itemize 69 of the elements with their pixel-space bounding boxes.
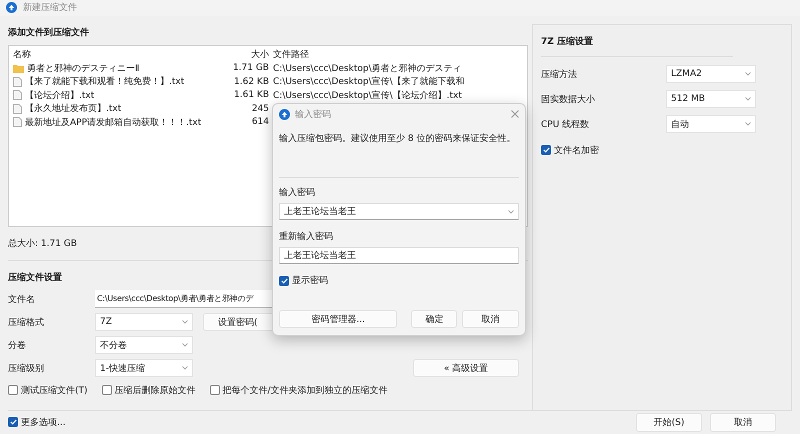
file-path: C:\Users\ccc\Desktop\宣传\【来了就能下载和 (273, 76, 466, 88)
field-label: 分卷 (8, 340, 27, 352)
field-label: 压缩方法 (541, 68, 578, 81)
field-label: 文件名 (8, 294, 36, 306)
field-label: CPU 线程数 (541, 118, 590, 131)
cancel-button[interactable]: 取消 (710, 412, 776, 432)
window-title: 新建压缩文件 (23, 2, 77, 14)
app-logo-icon (279, 108, 290, 120)
checkbox[interactable]: 压缩后删除原始文件 (102, 384, 196, 397)
confirm-password-field[interactable]: 上老王论坛当老王 (279, 247, 519, 264)
file-icon (13, 117, 22, 128)
section-title: 压缩文件设置 (8, 271, 62, 284)
caret-icon (745, 97, 751, 102)
field-label: 压缩级别 (8, 362, 45, 375)
dropdown[interactable]: 1-快速压缩 (95, 359, 193, 378)
file-name: 最新地址及APP请发邮箱自动获取！！！.txt (25, 116, 202, 129)
cancel-button[interactable]: 取消 (462, 310, 519, 328)
caret-icon (182, 366, 188, 370)
file-name: 【来了就能下载和观看！纯免费！】.txt (25, 76, 184, 88)
checkmark-icon (10, 419, 16, 426)
start-button[interactable]: 开始(S) (636, 412, 702, 432)
section-title: 7Z 压缩设置 (541, 35, 593, 48)
column-header[interactable]: 大小 (221, 48, 269, 62)
caret-icon (182, 343, 188, 348)
caret-icon (745, 72, 751, 76)
dropdown[interactable]: 自动 (666, 115, 756, 134)
checkbox[interactable]: 文件名加密 (541, 144, 783, 157)
total-size: 总大小: 1.71 GB (8, 238, 77, 250)
file-size: 1.61 KB (233, 90, 269, 100)
caret-icon (182, 320, 188, 324)
section-title: 添加文件到压缩文件 (8, 26, 89, 39)
checkbox[interactable]: 更多选项... (8, 416, 66, 429)
close-icon[interactable] (511, 110, 519, 118)
password-field[interactable]: 上老王论坛当老王 (279, 203, 519, 220)
column-header[interactable]: 名称 (13, 48, 217, 62)
file-icon (13, 76, 22, 87)
file-name: 【论坛介绍】.txt (25, 90, 94, 102)
password-manager-button[interactable]: 密码管理器... (279, 310, 398, 328)
folder-icon (13, 64, 24, 73)
dialog-message: 输入压缩包密码。建议使用至少 8 位的密码来保证安全性。 (279, 132, 516, 145)
column-header[interactable]: 文件路径 (273, 48, 523, 62)
file-icon (13, 90, 22, 100)
file-icon (13, 104, 22, 114)
checkmark-icon (280, 278, 288, 284)
checkbox[interactable]: 把每个文件/文件夹添加到独立的压缩文件 (210, 384, 388, 397)
file-name: 【永久地址发布页】.txt (25, 102, 122, 116)
field-label: 输入密码 (279, 186, 316, 199)
file-size: 1.71 GB (232, 63, 269, 74)
checkbox[interactable]: 测试压缩文件(T) (8, 384, 88, 397)
dialog-title: 输入密码 (295, 108, 331, 120)
checkmark-icon (542, 147, 550, 154)
file-size: 245 (250, 104, 269, 114)
advanced-settings-button[interactable]: « 高级设置 (413, 359, 519, 378)
dropdown[interactable]: 512 MB (666, 90, 756, 108)
field-label: 压缩格式 (8, 316, 45, 329)
ok-button[interactable]: 确定 (411, 310, 458, 328)
file-name: 勇者と邪神のデスティニーⅡ (27, 62, 140, 75)
field-label: 固实数据大小 (541, 94, 596, 106)
field-label: 重新输入密码 (279, 230, 334, 243)
dropdown[interactable]: 7Z (95, 313, 193, 332)
dropdown[interactable]: 不分卷 (95, 336, 193, 354)
file-path: C:\Users\ccc\Desktop\勇者と邪神のデスティ (273, 62, 463, 75)
checkbox[interactable]: 显示密码 (279, 274, 519, 287)
dropdown[interactable]: LZMA2 (666, 65, 756, 84)
file-size: 614 (250, 117, 269, 128)
file-size: 1.62 KB (233, 76, 269, 87)
caret-icon (508, 210, 514, 214)
caret-icon (745, 122, 751, 126)
file-path: C:\Users\ccc\Desktop\宣传\【论坛介绍】.txt (273, 90, 463, 102)
